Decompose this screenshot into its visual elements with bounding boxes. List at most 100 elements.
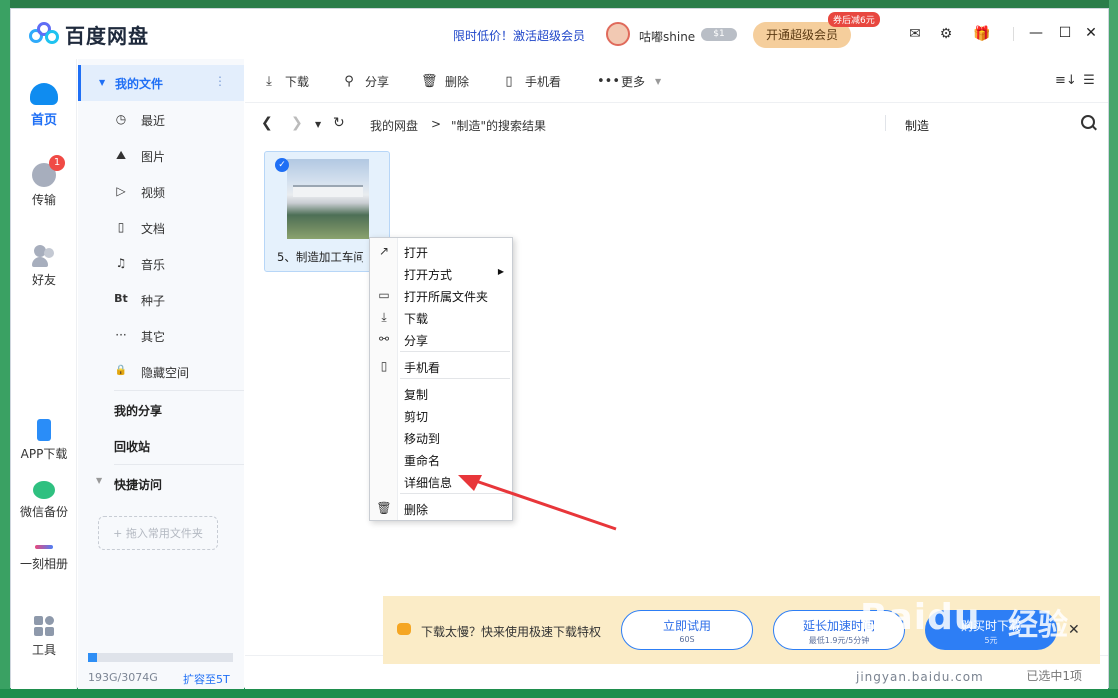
banner-close-icon[interactable]: ✕ <box>1068 622 1080 638</box>
trash-icon: 🗑 <box>376 501 392 515</box>
folder-icon: ▭ <box>378 288 390 302</box>
desktop-bottom-strip <box>0 689 1118 698</box>
breadcrumb-root[interactable]: 我的网盘 <box>370 117 418 134</box>
selection-count: 已选中1项 <box>1026 669 1082 683</box>
sidebar-my-share[interactable]: 我的分享 <box>114 402 162 419</box>
menu-item-label: 打开所属文件夹 <box>404 290 489 304</box>
menu-item-cut[interactable]: 剪切 <box>370 404 512 426</box>
file-toolbar: ⤓ 下载 ⚲ 分享 🗑 删除 ▯ 手机看 ••• 更多 ▼ ≡↓ ☰ <box>245 59 1108 103</box>
username[interactable]: 咕嘟shine <box>639 28 695 45</box>
sidebar-divider <box>114 464 244 465</box>
menu-item-label: 复制 <box>404 388 429 402</box>
image-icon: ⛰ <box>115 148 127 162</box>
phone-view-button[interactable]: ▯ 手机看 <box>501 73 561 90</box>
search-input[interactable]: 制造 <box>905 117 929 134</box>
menu-item-move-to[interactable]: 移动到 <box>370 426 512 448</box>
sidebar-my-files[interactable]: ▼ 我的文件 ⋮ <box>78 65 244 101</box>
back-icon[interactable]: ❮ <box>261 115 273 131</box>
sidebar-item-images[interactable]: ⛰ 图片 <box>78 137 244 173</box>
sidebar-item-torrents[interactable]: Bt 种子 <box>78 281 244 317</box>
vip-promo-link[interactable]: 限时低价！激活超级会员 <box>453 27 585 44</box>
menu-item-open-folder[interactable]: ▭ 打开所属文件夹 <box>370 284 512 306</box>
forward-icon[interactable]: ❯ <box>291 115 303 131</box>
download-promo-banner: 下载太慢？快来使用极速下载特权 立即试用 60S 延长加速时间 最低1.9元/5分钟… <box>383 596 1100 664</box>
sort-button[interactable]: ≡↓ <box>1055 73 1079 89</box>
watermark-brand: Baidu <box>860 597 981 638</box>
lock-icon: 🔒 <box>114 365 128 376</box>
menu-item-phone-view[interactable]: ▯ 手机看 <box>370 355 512 377</box>
menu-item-open[interactable]: ↗ 打开 <box>370 240 512 262</box>
breadcrumb-current: "制造"的搜索结果 <box>451 119 547 133</box>
try-now-sub: 60S <box>679 635 695 644</box>
torrent-icon: Bt <box>114 292 128 305</box>
storage-quota-text: 193G/3074G <box>88 671 158 684</box>
phone-app-icon <box>37 419 51 441</box>
desktop-left-strip <box>0 0 10 698</box>
sidebar-item-label: 音乐 <box>141 258 166 272</box>
sidebar-item-hidden-space[interactable]: 🔒 隐藏空间 <box>78 353 244 389</box>
share-button[interactable]: ⚲ 分享 <box>341 73 389 90</box>
sidebar-item-documents[interactable]: ▯ 文档 <box>78 209 244 245</box>
transfer-badge: 1 <box>49 155 65 171</box>
nav-wechat-backup[interactable]: 微信备份 <box>11 481 77 520</box>
mail-icon[interactable]: ✉ <box>907 26 923 42</box>
app-logo: 百度网盘 <box>27 20 149 49</box>
watermark-url: jingyan.baidu.com <box>856 670 984 684</box>
avatar[interactable] <box>606 22 630 46</box>
nav-app-download[interactable]: APP下载 <box>11 419 77 462</box>
try-now-label: 立即试用 <box>662 619 711 633</box>
nav-friends[interactable]: 好友 <box>11 245 77 288</box>
sidebar-item-recent[interactable]: ◷ 最近 <box>78 101 244 137</box>
nav-album[interactable]: 一刻相册 <box>11 537 77 572</box>
nav-home[interactable]: 首页 <box>11 83 77 128</box>
list-view-button[interactable]: ☰ <box>1081 73 1105 89</box>
storage-quota-bar <box>88 653 233 662</box>
maximize-icon[interactable]: ☐ <box>1055 23 1075 43</box>
nav-home-label: 首页 <box>30 113 57 128</box>
sidebar-item-label: 隐藏空间 <box>141 366 190 380</box>
download-button[interactable]: ⤓ 下载 <box>261 73 309 90</box>
nav-friends-label: 好友 <box>31 273 56 287</box>
sidebar-quick-access[interactable]: 快捷访问 <box>114 476 162 493</box>
more-icon: ··· <box>115 328 127 342</box>
menu-item-rename[interactable]: 重命名 <box>370 448 512 470</box>
delete-button[interactable]: 🗑 删除 <box>421 73 469 90</box>
main-nav: 首页 1 传输 好友 APP下载 微信备份 一刻相册 工具 <box>11 59 77 689</box>
collapse-triangle-icon[interactable]: ▼ <box>96 476 102 485</box>
nav-transfer[interactable]: 1 传输 <box>11 155 77 208</box>
nav-wechat-backup-label: 微信备份 <box>19 505 68 519</box>
expand-storage-link[interactable]: 扩容至5T <box>183 671 230 687</box>
refresh-icon[interactable]: ↻ <box>333 115 345 131</box>
desktop-right-strip <box>1109 0 1118 698</box>
nav-tools-label: 工具 <box>31 643 56 657</box>
search-icon[interactable] <box>1081 115 1095 129</box>
sidebar-item-music[interactable]: ♫ 音乐 <box>78 245 244 281</box>
menu-item-share[interactable]: ⚯ 分享 <box>370 328 512 350</box>
sidebar-item-other[interactable]: ··· 其它 <box>78 317 244 353</box>
try-now-button[interactable]: 立即试用 60S <box>621 610 753 650</box>
sidebar-item-videos[interactable]: ▷ 视频 <box>78 173 244 209</box>
close-icon[interactable]: ✕ <box>1081 23 1101 43</box>
settings-gear-icon[interactable]: ⚙ <box>938 26 954 42</box>
more-vertical-icon[interactable]: ⋮ <box>214 74 226 88</box>
titlebar-divider <box>1013 27 1014 41</box>
menu-item-open-with[interactable]: 打开方式 ▶ <box>370 262 512 284</box>
menu-item-download[interactable]: ⤓ 下载 <box>370 306 512 328</box>
sidebar-item-label: 文档 <box>141 222 166 236</box>
menu-item-label: 分享 <box>404 334 429 348</box>
sidebar-recycle-bin[interactable]: 回收站 <box>114 438 150 455</box>
checkmark-icon[interactable]: ✓ <box>275 158 289 172</box>
menu-item-label: 删除 <box>404 503 429 517</box>
minimize-icon[interactable]: — <box>1026 23 1046 43</box>
nav-tools[interactable]: 工具 <box>11 615 77 658</box>
cloud-logo-icon <box>27 21 61 47</box>
sidebar-item-label: 种子 <box>141 294 166 308</box>
menu-item-copy[interactable]: 复制 <box>370 382 512 404</box>
more-button[interactable]: ••• 更多 ▼ <box>597 73 661 90</box>
drag-folder-dropzone[interactable]: + 拖入常用文件夹 <box>98 516 218 550</box>
gift-icon[interactable]: 🎁 <box>973 26 990 42</box>
history-dropdown-icon[interactable]: ▼ <box>315 120 321 129</box>
home-cloud-icon <box>30 83 58 105</box>
address-bar: ❮ ❯ ▼ ↻ 我的网盘 > "制造"的搜索结果 制造 <box>245 103 1108 143</box>
share-button-label: 分享 <box>365 75 390 89</box>
